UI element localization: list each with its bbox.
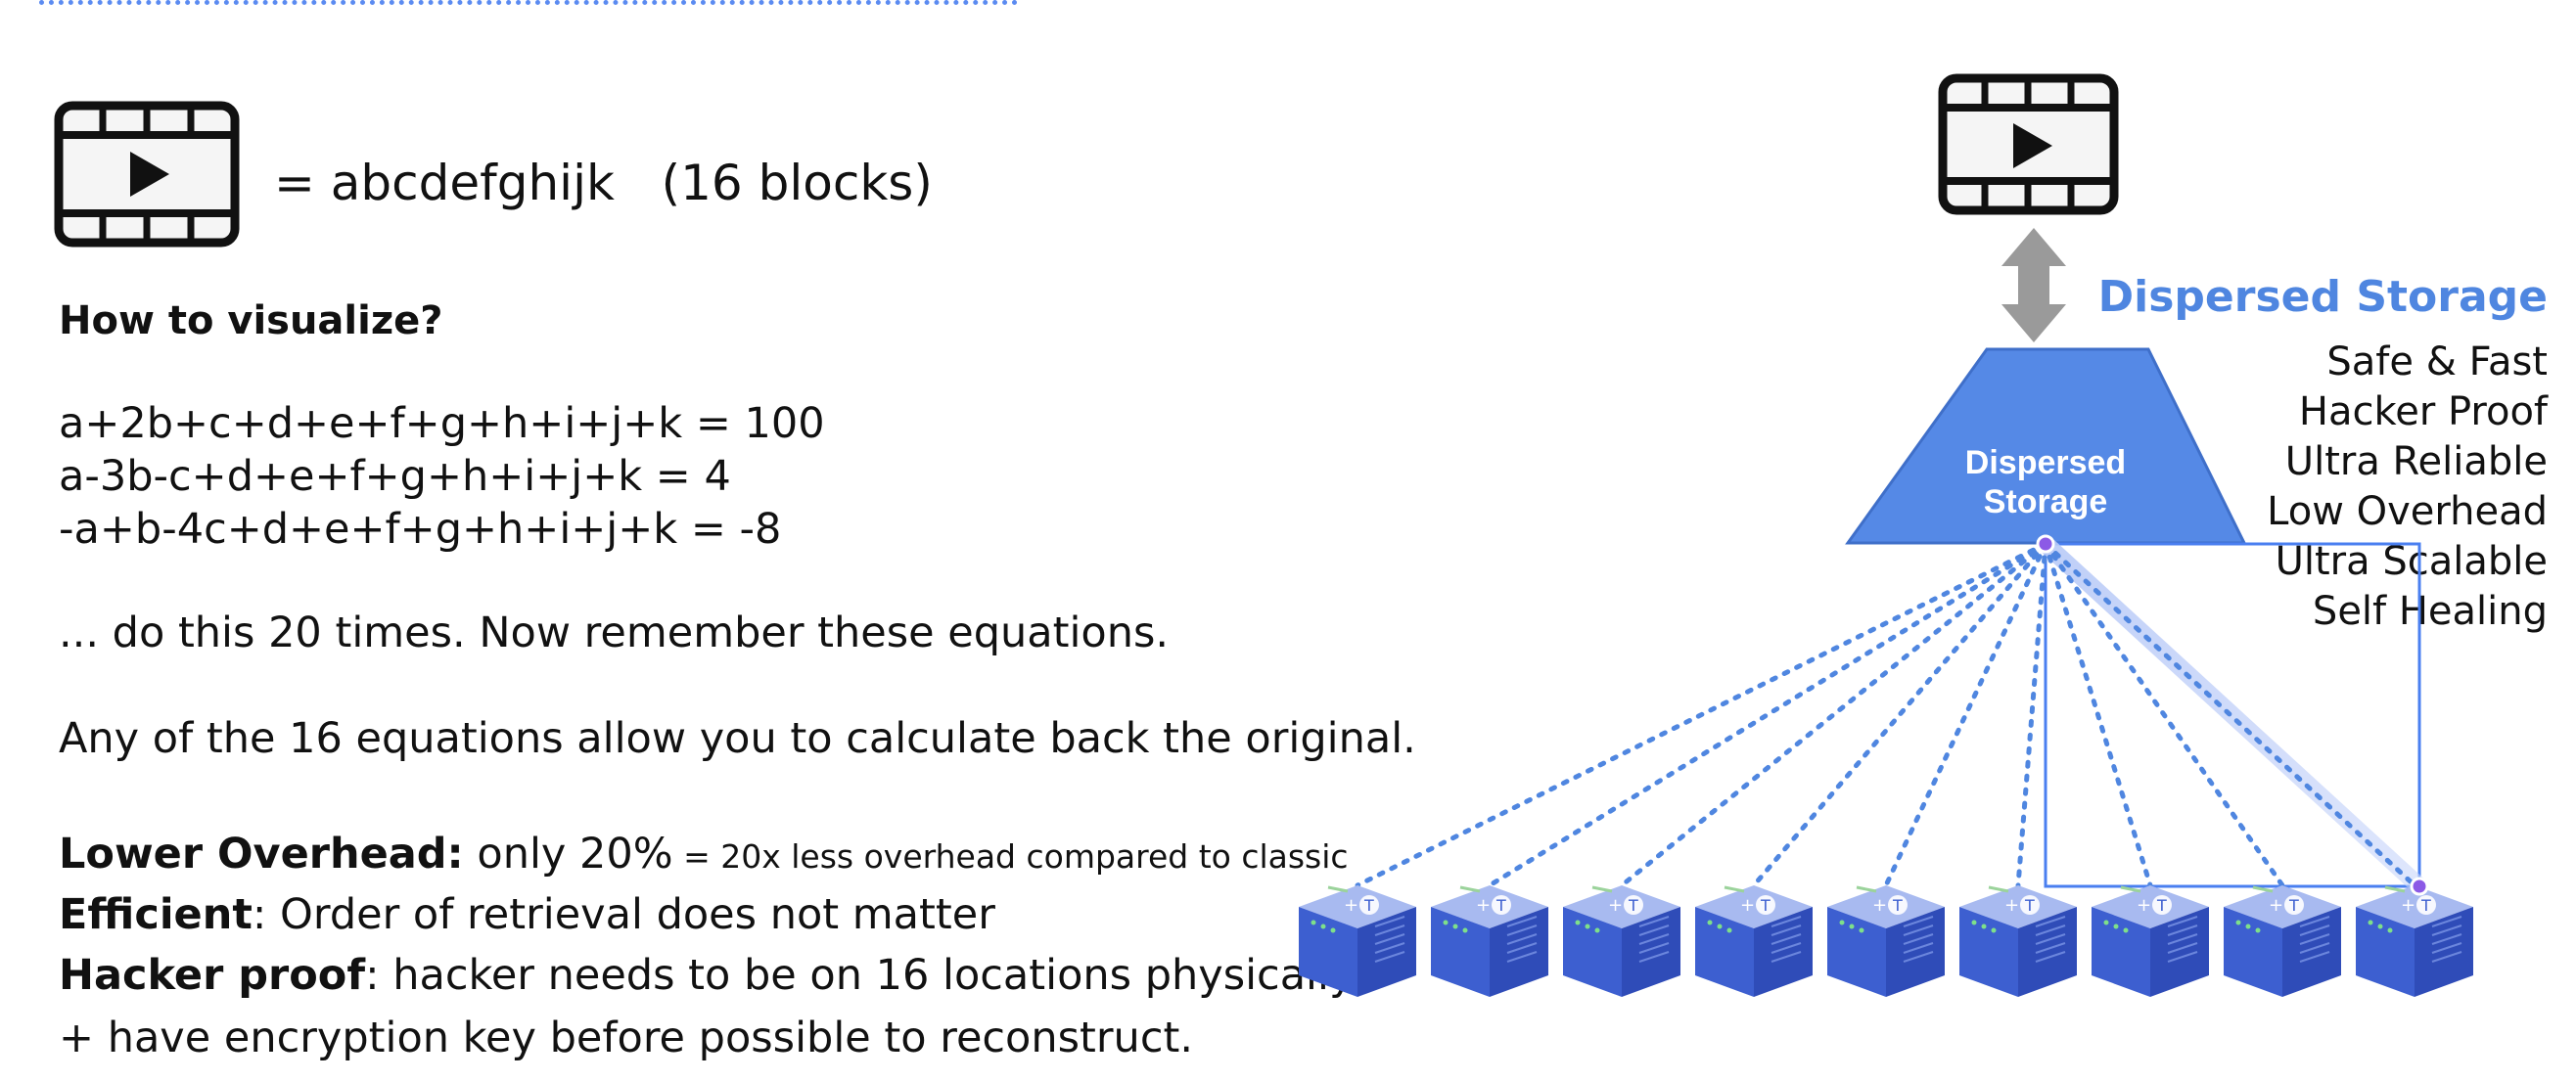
feature-safe-fast: Safe & Fast: [2326, 339, 2548, 384]
svg-text:T: T: [2420, 896, 2431, 915]
feature-self-healing: Self Healing: [2313, 589, 2548, 634]
video-file-icon: [1938, 73, 2119, 215]
feature-hacker-proof: Hacker Proof: [2299, 389, 2549, 434]
selection-handle-top[interactable]: [2036, 534, 2055, 554]
svg-text:T: T: [2156, 896, 2167, 915]
storage-node-icon[interactable]: + T: [2356, 885, 2473, 997]
storage-node-icon[interactable]: + T: [1431, 885, 1548, 997]
dispersed-storage-diagram: Dispersed Storage Dispersed Storage Safe…: [1299, 73, 2549, 997]
svg-text:+: +: [1872, 895, 1887, 916]
storage-node-icon[interactable]: + T: [1827, 885, 1945, 997]
storage-node-icon[interactable]: + T: [1959, 885, 2077, 997]
storage-node-icon[interactable]: + T: [2224, 885, 2341, 997]
svg-text:+: +: [1344, 895, 1358, 916]
panel-title: Dispersed Storage: [2098, 272, 2548, 322]
storage-node-icon[interactable]: + T: [1299, 885, 1416, 997]
svg-text:+: +: [1608, 895, 1623, 916]
storage-label-line2: Storage: [1984, 483, 2108, 520]
svg-text:T: T: [1628, 896, 1638, 915]
selection-handle-bottom[interactable]: [2410, 877, 2429, 896]
double-arrow-icon: [2001, 228, 2066, 342]
svg-text:T: T: [2024, 896, 2035, 915]
dispersed-storage-block: Dispersed Storage: [1845, 347, 2247, 545]
feature-ultra-scalable: Ultra Scalable: [2276, 539, 2548, 584]
feature-ultra-reliable: Ultra Reliable: [2285, 439, 2548, 484]
svg-text:T: T: [1892, 896, 1903, 915]
svg-text:T: T: [2288, 896, 2299, 915]
svg-text:T: T: [1363, 896, 1374, 915]
svg-text:+: +: [2137, 895, 2151, 916]
svg-text:+: +: [2269, 895, 2283, 916]
nodes-group: + T + T + T + T + T + T + T + T + T: [1299, 885, 2473, 997]
svg-text:T: T: [1495, 896, 1506, 915]
storage-label-line1: Dispersed: [1965, 444, 2126, 481]
svg-text:+: +: [1476, 895, 1491, 916]
svg-text:+: +: [2401, 895, 2415, 916]
storage-node-icon[interactable]: + T: [2092, 885, 2209, 997]
storage-node-icon[interactable]: + T: [1563, 885, 1680, 997]
storage-node-icon[interactable]: + T: [1695, 885, 1813, 997]
feature-low-overhead: Low Overhead: [2267, 489, 2548, 534]
connection-line: [2043, 541, 2285, 888]
svg-text:+: +: [1740, 895, 1755, 916]
connection-line: [1751, 541, 2048, 888]
svg-text:+: +: [2004, 895, 2019, 916]
connections-group: [1355, 541, 2417, 888]
svg-text:T: T: [1760, 896, 1771, 915]
connection-line: [1487, 541, 2048, 888]
connection-line: [1355, 541, 2048, 888]
connection-line: [1619, 541, 2048, 888]
